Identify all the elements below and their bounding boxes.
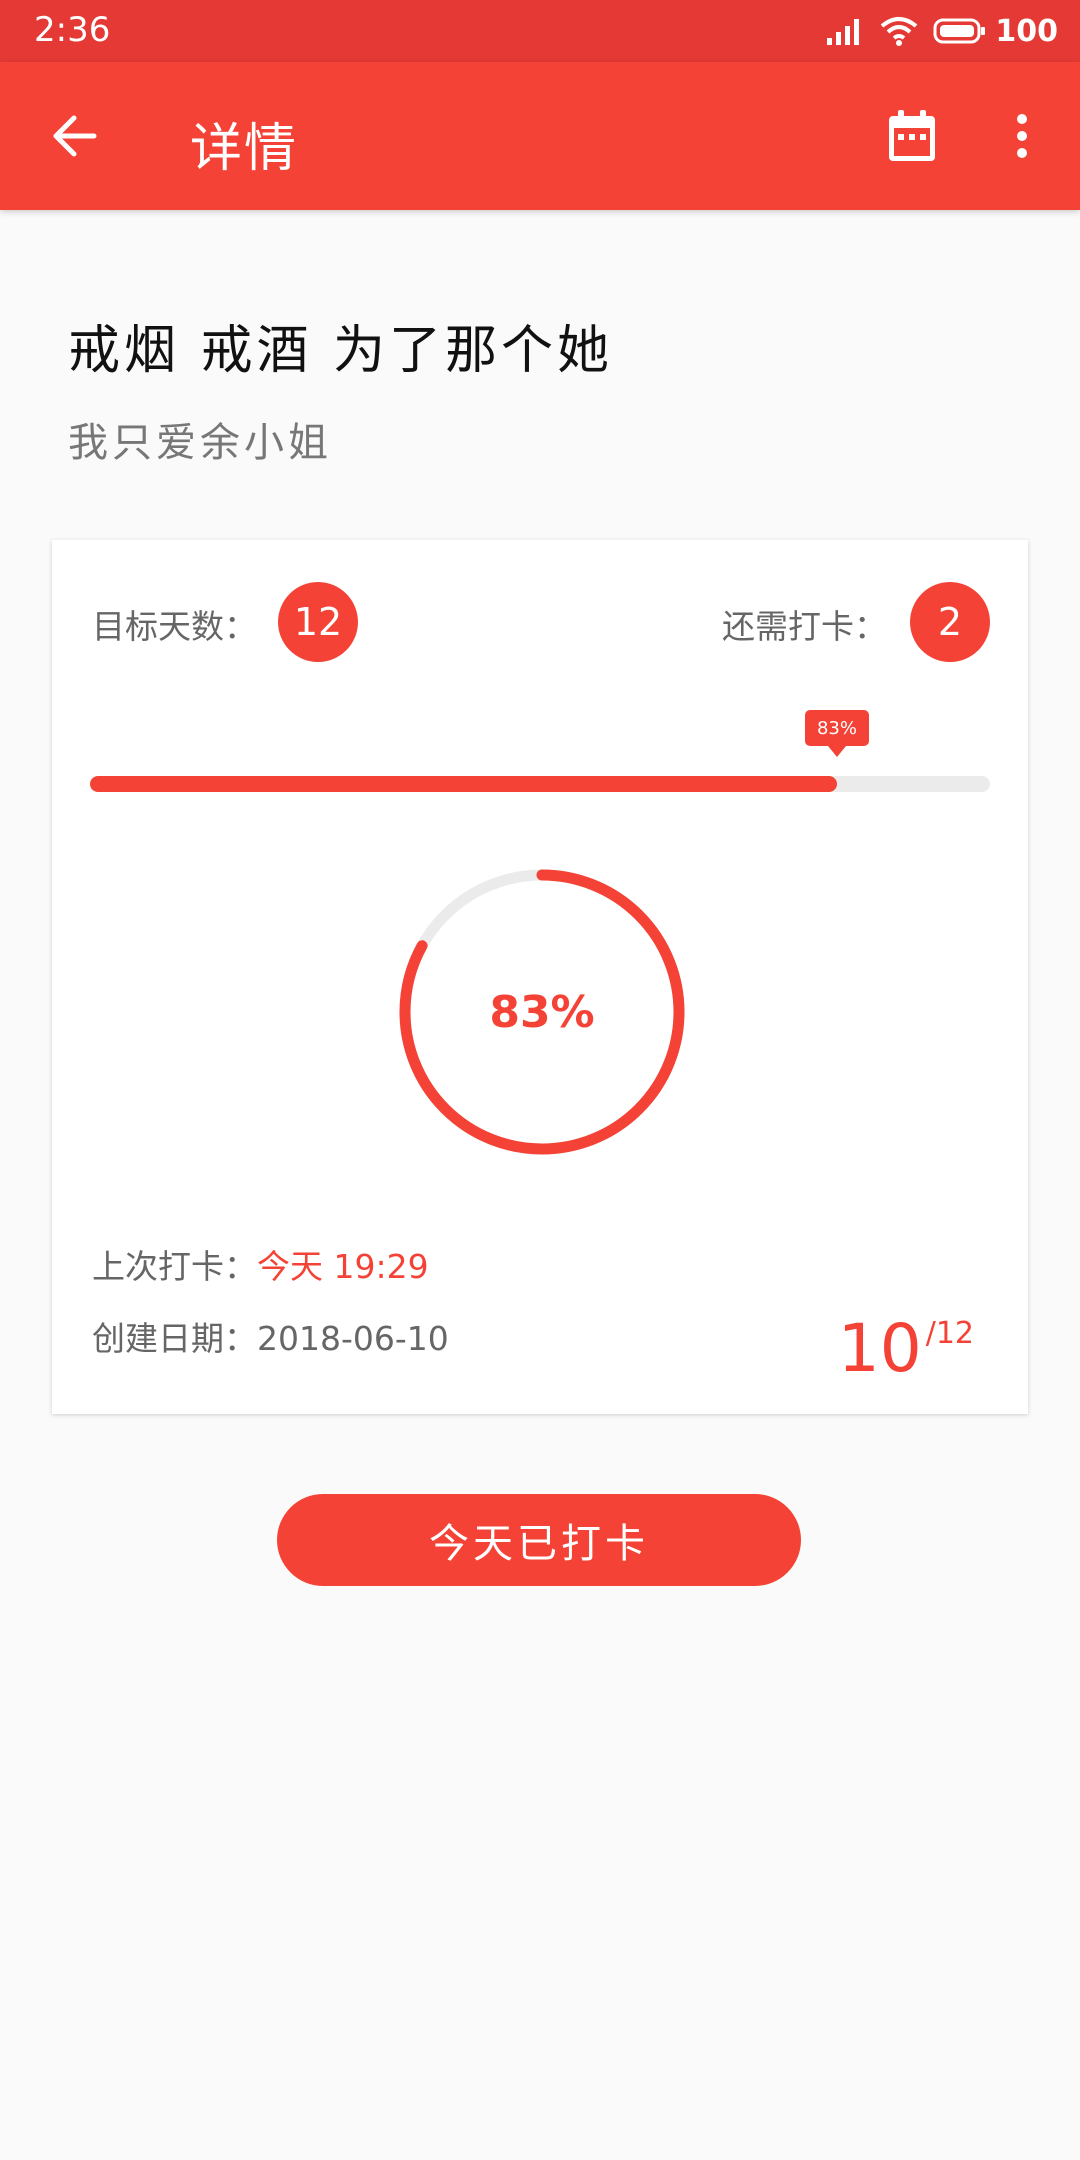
arrow-left-icon (53, 115, 97, 157)
signal-icon (827, 19, 860, 45)
progress-tooltip: 83% (805, 710, 869, 757)
more-options-button[interactable] (1000, 104, 1044, 168)
habit-subtitle: 我只爱余小姐 (68, 420, 332, 466)
back-button[interactable] (40, 108, 108, 164)
page-title: 详情 (190, 119, 299, 179)
battery-icon (933, 18, 986, 44)
progress-card: 目标天数： 12 还需打卡： 2 83% 83% 上次打卡：今天 19:29 创… (52, 540, 1028, 1414)
last-checkin-row: 上次打卡：今天 19:29 (92, 1240, 429, 1288)
checkin-count-total: /12 (925, 1316, 974, 1351)
checkin-count-done: 10 (837, 1310, 922, 1387)
calendar-button[interactable] (882, 104, 942, 168)
last-checkin-label: 上次打卡： (92, 1247, 257, 1286)
progress-bar (90, 776, 990, 792)
app-bar: 详情 (0, 62, 1080, 210)
created-date-label: 创建日期： (92, 1319, 257, 1358)
more-vert-icon (1017, 114, 1027, 158)
habit-title: 戒烟 戒酒 为了那个她 (68, 321, 614, 381)
target-days-label: 目标天数： (92, 607, 257, 646)
progress-ring-label: 83% (489, 986, 595, 1038)
last-checkin-value: 今天 19:29 (257, 1247, 429, 1286)
calendar-icon (889, 110, 935, 161)
remaining-days-label: 还需打卡： (722, 607, 887, 646)
status-bar: 2:36 100 (0, 0, 1080, 62)
checkin-button[interactable]: 今天已打卡 (277, 1494, 801, 1586)
created-date-row: 创建日期：2018-06-10 (92, 1312, 449, 1360)
checkin-count: 10/12 (838, 1310, 974, 1387)
status-icons: 100 (825, 8, 1058, 54)
target-days-badge: 12 (278, 582, 358, 662)
progress-bar-fill (90, 776, 837, 792)
created-date-value: 2018-06-10 (257, 1319, 449, 1358)
status-time: 2:36 (34, 10, 111, 50)
wifi-icon (881, 17, 918, 46)
remaining-days-badge: 2 (910, 582, 990, 662)
battery-level: 100 (995, 13, 1058, 49)
